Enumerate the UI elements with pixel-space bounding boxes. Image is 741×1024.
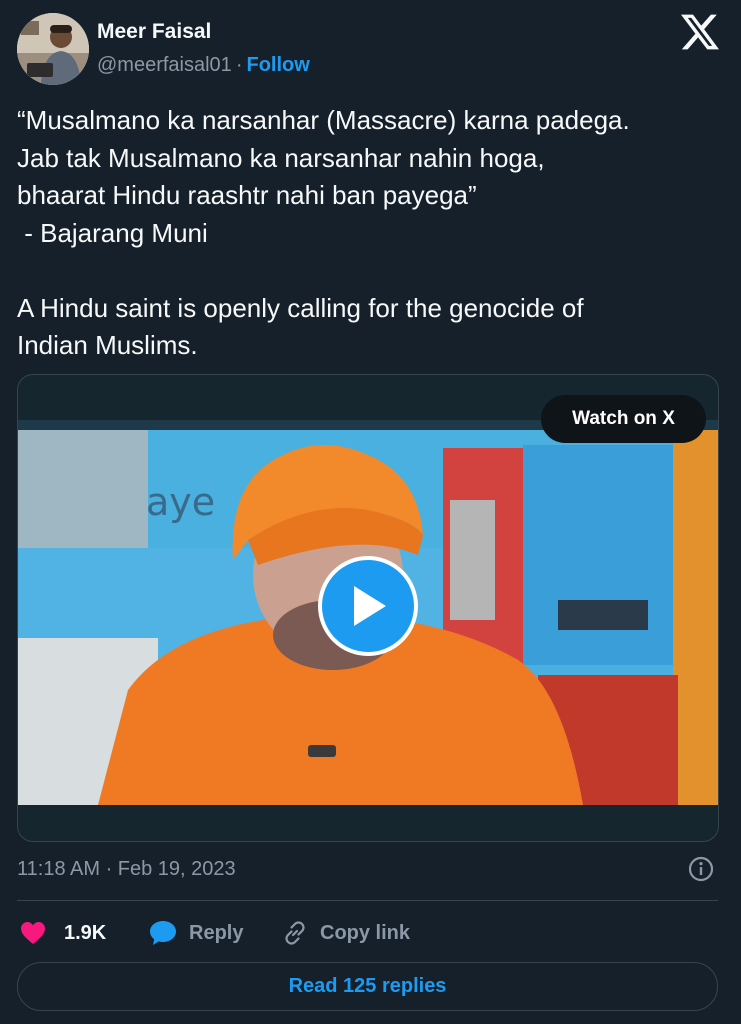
heart-icon bbox=[21, 922, 45, 944]
follow-button[interactable]: Follow bbox=[246, 54, 309, 76]
tweet-line: A Hindu saint is openly calling for the … bbox=[17, 292, 584, 323]
user-handle[interactable]: @meerfaisal01 bbox=[97, 54, 232, 76]
tweet-card: Meer Faisal @meerfaisal01 · Follow “Musalm… bbox=[0, 0, 741, 1024]
tweet-line: bhaarat Hindu raashtr nahi ban payega” bbox=[17, 180, 477, 210]
tweet-timestamp[interactable]: 11:18 AM · Feb 19, 2023 bbox=[17, 858, 236, 881]
avatar[interactable] bbox=[17, 13, 89, 85]
reply-bubble-icon bbox=[150, 921, 176, 945]
background-text: aye bbox=[146, 480, 215, 524]
divider bbox=[17, 900, 718, 901]
link-icon bbox=[285, 921, 305, 945]
info-icon[interactable] bbox=[688, 856, 714, 882]
copy-link-button[interactable]: Copy link bbox=[282, 916, 410, 950]
read-replies-button[interactable]: Read 125 replies bbox=[17, 962, 718, 1011]
like-button[interactable]: 1.9K bbox=[20, 916, 106, 950]
reply-label: Reply bbox=[189, 921, 244, 944]
like-count: 1.9K bbox=[64, 921, 107, 944]
user-name[interactable]: Meer Faisal bbox=[97, 20, 211, 44]
video-player[interactable]: aye Watch on X bbox=[17, 374, 719, 842]
tweet-line: Indian Muslims. bbox=[17, 330, 198, 360]
tweet-text: “Musalmano ka narsanhar (Massacre) karna… bbox=[17, 102, 732, 365]
separator-dot: · bbox=[235, 54, 243, 76]
x-logo-icon[interactable] bbox=[681, 14, 719, 50]
handle-row: @meerfaisal01 · Follow bbox=[97, 54, 310, 77]
reply-button[interactable]: Reply bbox=[149, 916, 243, 950]
avatar-image bbox=[17, 13, 89, 85]
tweet-line: - Bajarang Muni bbox=[17, 217, 208, 248]
tweet-line: Jab tak Musalmano ka narsanhar nahin hog… bbox=[17, 142, 545, 173]
watch-on-x-button[interactable]: Watch on X bbox=[541, 395, 706, 443]
play-button[interactable] bbox=[318, 556, 418, 656]
tweet-line: “Musalmano ka narsanhar (Massacre) karna… bbox=[17, 105, 630, 135]
copy-link-label: Copy link bbox=[320, 921, 411, 944]
play-icon bbox=[354, 586, 386, 626]
